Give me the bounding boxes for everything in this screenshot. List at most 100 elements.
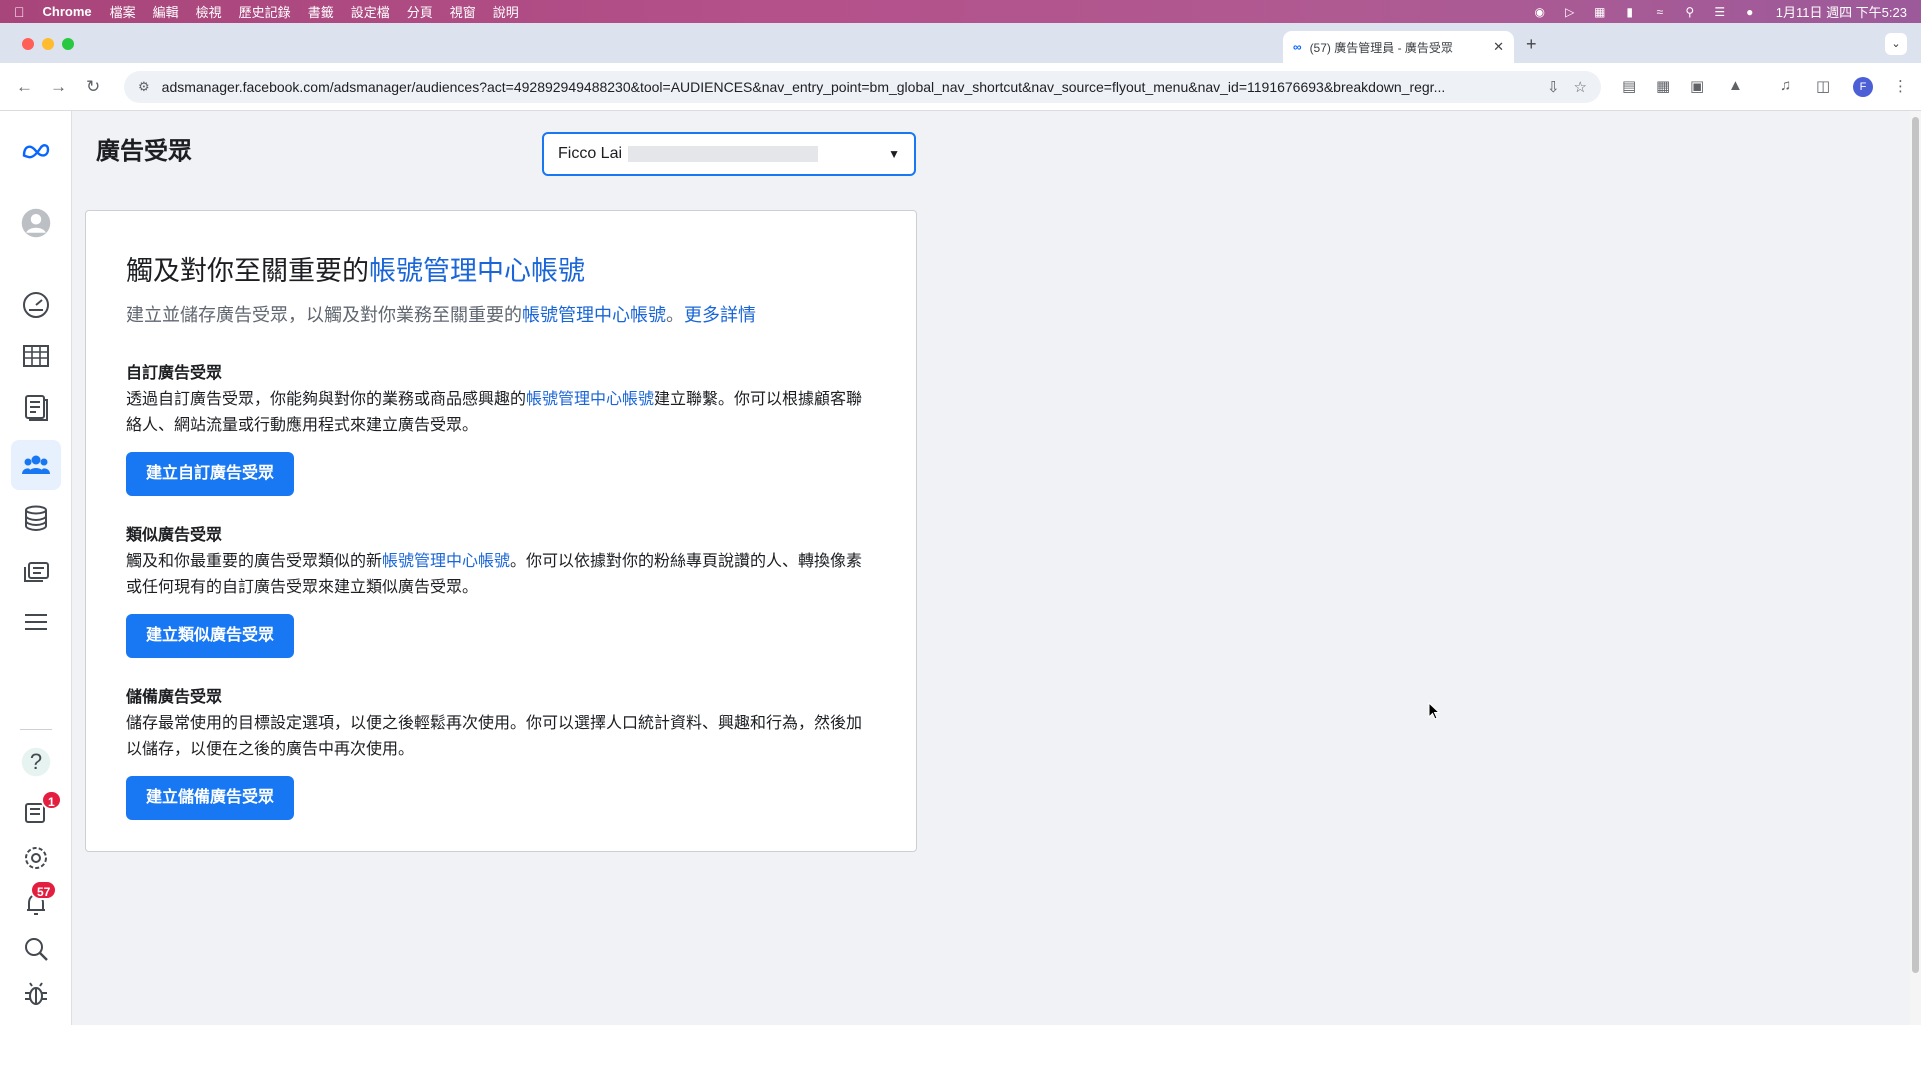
ad-account-name: Ficco Lai — [558, 145, 623, 162]
account-avatar-icon[interactable] — [15, 202, 57, 244]
menu-profiles[interactable]: 設定檔 — [351, 2, 390, 21]
menu-app-name[interactable]: Chrome — [43, 4, 92, 19]
rail-divider — [20, 729, 52, 730]
card-subtitle-separator: 。 — [666, 305, 684, 325]
menu-window[interactable]: 視窗 — [450, 2, 476, 21]
redacted-account-id — [628, 146, 819, 162]
siri-icon[interactable]: ● — [1742, 5, 1758, 19]
window-controls — [22, 38, 74, 50]
control-center-icon[interactable]: ☰ — [1712, 5, 1728, 19]
install-app-icon[interactable]: ⇩ — [1547, 78, 1560, 96]
section-body-text: 透過自訂廣告受眾，你能夠與對你的業務或商品感興趣的 — [126, 391, 527, 408]
tab-search-chevron-icon[interactable]: ⌄ — [1885, 33, 1907, 55]
media-controls-icon[interactable]: ♫ — [1780, 77, 1791, 94]
apple-icon[interactable]:  — [14, 4, 25, 20]
menu-history[interactable]: 歷史記錄 — [239, 2, 291, 21]
bookmark-star-icon[interactable]: ☆ — [1574, 78, 1587, 96]
ad-account-selector[interactable]: Ficco Lai ▼ — [542, 132, 916, 176]
spotlight-search-icon[interactable]: ⚲ — [1682, 5, 1698, 19]
battery-icon[interactable]: ▮ — [1622, 5, 1638, 19]
input-method-icon[interactable]: ▦ — [1592, 5, 1608, 19]
section-body: 觸及和你最重要的廣告受眾類似的新帳號管理中心帳號。你可以依據對你的粉絲專頁說讚的… — [126, 549, 866, 601]
url-text[interactable]: adsmanager.facebook.com/adsmanager/audie… — [162, 79, 1533, 95]
browser-tab-active[interactable]: ∞ (57) 廣告管理員 - 廣告受眾 ✕ — [1283, 31, 1514, 63]
tab-title: (57) 廣告管理員 - 廣告受眾 — [1309, 40, 1453, 55]
macos-menu-bar:  Chrome 檔案 編輯 檢視 歷史記錄 書籤 設定檔 分頁 視窗 說明 ◉… — [0, 0, 1921, 23]
help-icon[interactable]: ? — [15, 741, 57, 783]
all-tools-menu-icon[interactable] — [15, 601, 57, 643]
address-bar[interactable]: ⚙ adsmanager.facebook.com/adsmanager/aud… — [124, 71, 1601, 103]
settings-gear-icon[interactable] — [15, 837, 57, 879]
billing-coins-icon[interactable] — [15, 497, 57, 539]
section-heading: 自訂廣告受眾 — [126, 365, 223, 382]
new-tab-icon[interactable]: + — [1526, 34, 1537, 55]
section-body: 儲存最常使用的目標設定選項，以便之後輕鬆再次使用。你可以選擇人口統計資料、興趣和… — [126, 715, 863, 758]
side-panel-icon[interactable]: ◫ — [1816, 77, 1830, 95]
help-label: ? — [29, 749, 43, 774]
chrome-menu-icon[interactable]: ⋮ — [1893, 77, 1908, 95]
minimize-window-button[interactable] — [42, 38, 54, 50]
section-body-link[interactable]: 帳號管理中心帳號 — [382, 553, 510, 570]
menu-status-area: ◉ ▷ ▦ ▮ ≈ ⚲ ☰ ● 1月11日 週四 下午5:23 — [1532, 2, 1907, 21]
extensions-puzzle-icon[interactable]: ▲ — [1728, 77, 1743, 94]
alerts-badge: 57 — [30, 880, 58, 900]
create-custom-audience-button[interactable]: 建立自訂廣告受眾 — [126, 452, 295, 496]
section-body-text: 觸及和你最重要的廣告受眾類似的新 — [126, 553, 383, 570]
learn-more-link[interactable]: 更多詳情 — [684, 305, 756, 325]
dashboard-gauge-icon[interactable] — [15, 284, 57, 326]
maximize-window-button[interactable] — [62, 38, 74, 50]
section-body: 透過自訂廣告受眾，你能夠與對你的業務或商品感興趣的帳號管理中心帳號建立聯繫。你可… — [126, 387, 866, 439]
menu-help[interactable]: 說明 — [493, 2, 519, 21]
lookalike-audience-section: 類似廣告受眾 觸及和你最重要的廣告受眾類似的新帳號管理中心帳號。你可以依據對你的… — [126, 521, 866, 658]
browser-tab-strip: ∞ (57) 廣告管理員 - 廣告受眾 ✕ + ⌄ — [0, 23, 1921, 63]
section-body-link[interactable]: 帳號管理中心帳號 — [526, 391, 654, 408]
ads-manager-nav-rail: ? 1 57 — [0, 111, 72, 1025]
card-subtitle-link[interactable]: 帳號管理中心帳號 — [522, 305, 666, 325]
meta-logo-icon[interactable] — [15, 130, 57, 172]
audiences-people-icon[interactable] — [11, 440, 61, 490]
section-heading: 類似廣告受眾 — [126, 527, 223, 544]
card-title-link[interactable]: 帳號管理中心帳號 — [369, 256, 585, 286]
menu-bookmarks[interactable]: 書籤 — [308, 2, 334, 21]
section-heading: 儲備廣告受眾 — [126, 689, 223, 706]
notifications-badge: 1 — [41, 790, 62, 810]
create-saved-audience-button[interactable]: 建立儲備廣告受眾 — [126, 776, 295, 820]
card-title: 觸及對你至關重要的帳號管理中心帳號 — [126, 249, 585, 288]
card-subtitle: 建立並儲存廣告受眾，以觸及對你業務至關重要的帳號管理中心帳號。更多詳情 — [126, 301, 756, 327]
forward-arrow-icon[interactable]: → — [50, 77, 67, 97]
saved-audience-section: 儲備廣告受眾 儲存最常使用的目標設定選項，以便之後輕鬆再次使用。你可以選擇人口統… — [126, 683, 866, 820]
profile-avatar[interactable]: F — [1853, 77, 1873, 97]
custom-audience-section: 自訂廣告受眾 透過自訂廣告受眾，你能夠與對你的業務或商品感興趣的帳號管理中心帳號… — [126, 359, 866, 496]
mouse-cursor-icon — [1428, 702, 1440, 720]
page-scrollbar[interactable] — [1910, 111, 1921, 1025]
close-tab-icon[interactable]: ✕ — [1493, 39, 1504, 55]
line-app-icon[interactable]: ◉ — [1532, 5, 1548, 19]
play-icon[interactable]: ▷ — [1562, 5, 1578, 19]
wifi-icon[interactable]: ≈ — [1652, 5, 1668, 19]
card-subtitle-text: 建立並儲存廣告受眾，以觸及對你業務至關重要的 — [126, 305, 522, 325]
campaigns-table-icon[interactable] — [15, 335, 57, 377]
scrollbar-thumb[interactable] — [1912, 117, 1919, 973]
close-window-button[interactable] — [22, 38, 34, 50]
page-title: 廣告受眾 — [96, 138, 192, 165]
menu-tab[interactable]: 分頁 — [407, 2, 433, 21]
back-arrow-icon[interactable]: ← — [16, 77, 33, 97]
extension-code-icon[interactable]: ▦ — [1656, 77, 1670, 95]
search-icon[interactable] — [15, 928, 57, 970]
extension-translate-icon[interactable]: ▣ — [1690, 77, 1704, 95]
menu-edit[interactable]: 編輯 — [153, 2, 179, 21]
meta-favicon-icon: ∞ — [1293, 40, 1302, 54]
card-title-text: 觸及對你至關重要的 — [126, 256, 369, 286]
menu-clock[interactable]: 1月11日 週四 下午5:23 — [1776, 2, 1907, 21]
site-info-icon[interactable]: ⚙ — [138, 79, 150, 95]
ad-creative-library-icon[interactable] — [15, 549, 57, 591]
reload-icon[interactable]: ↻ — [86, 77, 100, 97]
extension-reader-icon[interactable]: ▤ — [1622, 77, 1636, 95]
bug-report-icon[interactable] — [15, 973, 57, 1015]
main-content: 廣告受眾 Ficco Lai ▼ 觸及對你至關重要的帳號管理中心帳號 建立並儲存… — [72, 111, 1910, 1025]
menu-file[interactable]: 檔案 — [110, 2, 136, 21]
reports-icon[interactable] — [15, 386, 57, 428]
browser-toolbar: ← → ↻ ⚙ adsmanager.facebook.com/adsmanag… — [0, 63, 1921, 111]
create-lookalike-audience-button[interactable]: 建立類似廣告受眾 — [126, 614, 295, 658]
menu-view[interactable]: 檢視 — [196, 2, 222, 21]
